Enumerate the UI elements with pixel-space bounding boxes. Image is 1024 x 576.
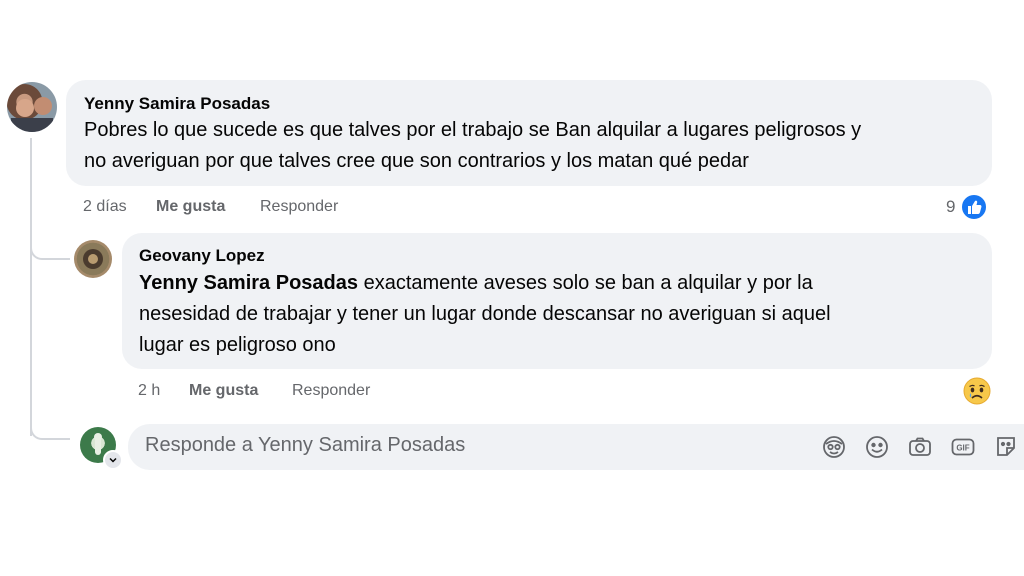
reply-text-line-1: Yenny Samira Posadas exactamente aveses …: [139, 268, 813, 299]
thread-branch-reply: [30, 238, 70, 260]
reply-time[interactable]: 2 h: [138, 382, 160, 400]
reply-text-line-1-rest: exactamente aveses solo se ban a alquila…: [358, 272, 813, 294]
comment-author-name[interactable]: Yenny Samira Posadas: [84, 94, 270, 114]
reply-reply-button[interactable]: Responder: [292, 382, 370, 400]
gif-icon[interactable]: GIF: [949, 433, 977, 461]
comment-reply-label: Responder: [260, 198, 339, 215]
comment-reaction-count[interactable]: 9: [946, 197, 955, 217]
thread-branch-composer: [30, 416, 70, 440]
comment-like-button[interactable]: Me gusta: [156, 198, 225, 216]
reply-author-avatar[interactable]: [74, 240, 112, 278]
avatar-sticker-icon[interactable]: [820, 433, 848, 461]
reply-reply-label: Responder: [292, 382, 371, 399]
emoji-icon[interactable]: [863, 433, 891, 461]
avatar-photo-icon: [11, 97, 53, 132]
avatar-photo-icon: [83, 249, 103, 269]
reply-input-placeholder[interactable]: Responde a Yenny Samira Posadas: [145, 434, 465, 457]
like-icon[interactable]: [960, 193, 988, 221]
comment-author-avatar[interactable]: [7, 82, 57, 132]
camera-icon[interactable]: [906, 433, 934, 461]
reply-text-line-3: lugar es peligroso ono: [139, 334, 336, 356]
sad-reaction-icon[interactable]: [962, 376, 992, 406]
chevron-down-icon[interactable]: [103, 450, 123, 470]
reply-mention-link[interactable]: Yenny Samira Posadas: [139, 272, 358, 294]
comment-text-line-2: no averiguan por que talves cree que son…: [84, 150, 749, 172]
reply-like-button[interactable]: Me gusta: [189, 382, 258, 400]
svg-text:GIF: GIF: [956, 444, 969, 453]
reply-text-line-2: nesesidad de trabajar y tener un lugar d…: [139, 303, 831, 325]
reply-author-name[interactable]: Geovany Lopez: [139, 246, 265, 266]
comment-time[interactable]: 2 días: [83, 198, 127, 216]
thread-line-vertical: [30, 138, 32, 436]
sticker-icon[interactable]: [992, 433, 1020, 461]
comment-reply-button[interactable]: Responder: [260, 198, 338, 216]
reply-like-label: Me gusta: [189, 382, 259, 399]
comment-text-line-1: Pobres lo que sucede es que talves por e…: [84, 119, 862, 141]
comment-like-label: Me gusta: [156, 198, 226, 215]
